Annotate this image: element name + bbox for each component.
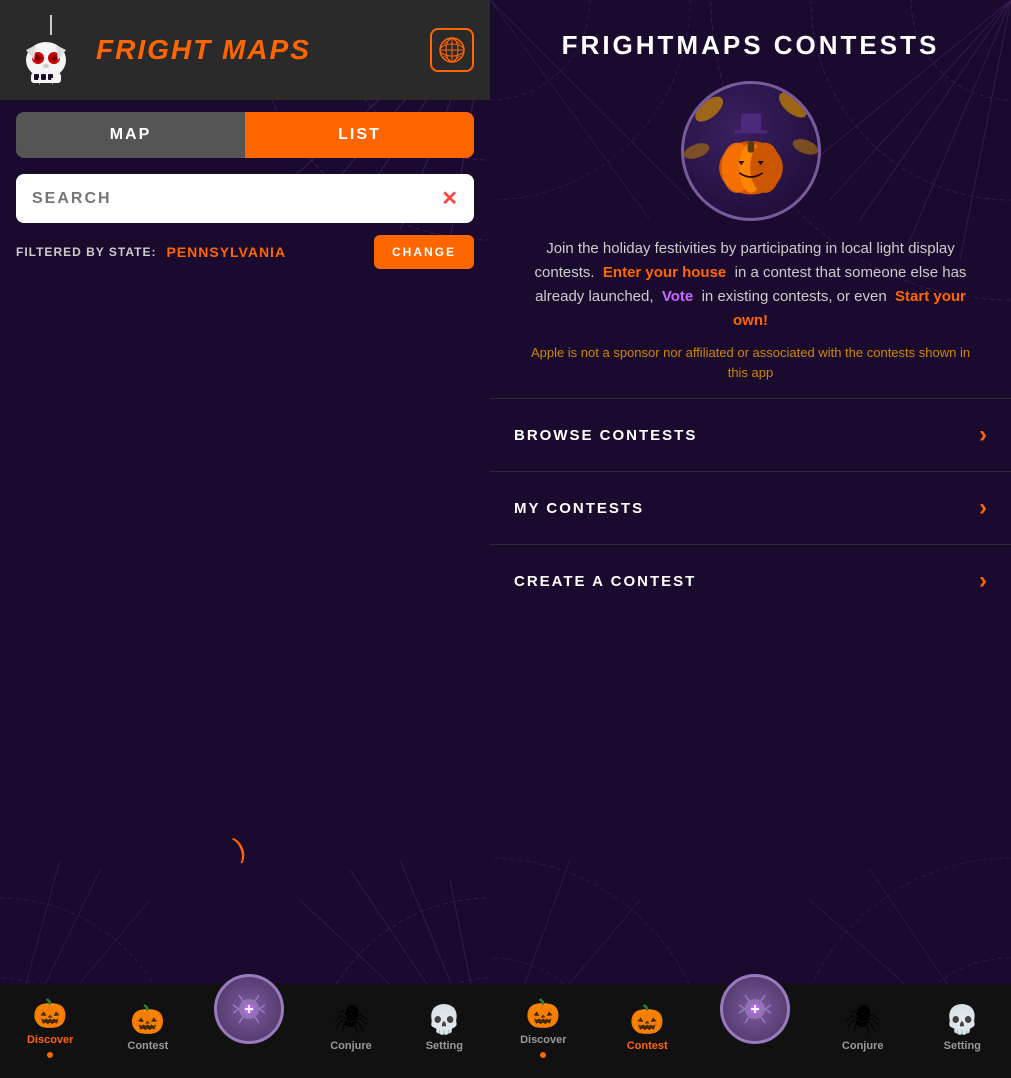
left-panel: FRIGHT MAPS MAP LIST ✕ FILTERED BY STATE… (0, 0, 490, 1078)
nav-item-conjure[interactable]: 🕷 Conjure (322, 1003, 380, 1052)
right-conjure-icon: 🕷 (845, 1003, 881, 1036)
logo-spider (16, 15, 86, 85)
center-spider-icon (231, 991, 267, 1027)
right-center-spider-icon (737, 991, 773, 1027)
contest-icon: 🎃 (130, 1003, 165, 1036)
spider-thread (50, 15, 52, 35)
filter-label: FILTERED BY STATE: (16, 245, 156, 259)
right-conjure-label: Conjure (842, 1040, 884, 1052)
right-nav-item-conjure[interactable]: 🕷 Conjure (834, 1003, 892, 1052)
list-tab[interactable]: LIST (245, 112, 474, 158)
right-bottom-nav: 🎃 Discover 🎃 Contest (490, 984, 1011, 1078)
nav-item-discover[interactable]: 🎃 Discover (19, 997, 81, 1058)
create-contest-label: CREATE A CONTEST (514, 573, 979, 590)
vote-link[interactable]: Vote (662, 288, 693, 305)
browse-contests-label: BROWSE CONTESTS (514, 427, 979, 444)
filter-state: PENNSYLVANIA (166, 244, 286, 260)
web-icon (438, 36, 466, 64)
right-header: FRIGHTMAPS CONTESTS (490, 0, 1011, 71)
right-setting-label: Setting (944, 1040, 981, 1052)
app-title: FRIGHT MAPS (96, 34, 311, 66)
search-bar: ✕ (16, 174, 474, 223)
left-header: FRIGHT MAPS (0, 0, 490, 100)
right-nav-item-discover[interactable]: 🎃 Discover (512, 997, 574, 1058)
pumpkin-decoration (684, 81, 818, 221)
right-panel: FRIGHTMAPS CONTESTS (490, 0, 1011, 1078)
description-area: Join the holiday festivities by particip… (490, 237, 1011, 398)
contests-title: FRIGHTMAPS CONTESTS (510, 30, 991, 61)
my-contests-row[interactable]: MY CONTESTS › (490, 471, 1011, 544)
map-tab[interactable]: MAP (16, 112, 245, 158)
right-nav-item-contest[interactable]: 🎃 Contest (619, 1003, 676, 1052)
disclaimer-text: Apple is not a sponsor nor affiliated or… (520, 343, 981, 382)
setting-label: Setting (426, 1040, 463, 1052)
right-nav-center-button[interactable] (720, 974, 790, 1044)
search-input[interactable] (32, 190, 441, 208)
pumpkin-image (490, 81, 1011, 221)
nav-item-setting[interactable]: 💀 Setting (418, 1003, 471, 1052)
description-text: Join the holiday festivities by particip… (520, 237, 981, 333)
conjure-label: Conjure (330, 1040, 372, 1052)
my-contests-chevron-icon: › (979, 494, 987, 522)
map-area: ) (0, 277, 490, 984)
right-setting-icon: 💀 (945, 1003, 980, 1036)
right-contest-icon: 🎃 (630, 1003, 665, 1036)
create-contest-chevron-icon: › (979, 567, 987, 595)
web-icon-button[interactable] (430, 28, 474, 72)
contest-label: Contest (127, 1040, 168, 1052)
pumpkin-circle (681, 81, 821, 221)
create-contest-row[interactable]: CREATE A CONTEST › (490, 544, 1011, 617)
start-own-link[interactable]: Start your own! (733, 288, 966, 329)
left-bottom-nav: 🎃 Discover 🎃 Contest (0, 984, 490, 1078)
skull-icon (16, 35, 76, 95)
search-clear-icon[interactable]: ✕ (441, 186, 458, 211)
nav-center-button[interactable] (214, 974, 284, 1044)
enter-house-link[interactable]: Enter your house (603, 264, 726, 281)
right-contest-label: Contest (627, 1040, 668, 1052)
nav-item-contest[interactable]: 🎃 Contest (119, 1003, 176, 1052)
setting-icon: 💀 (427, 1003, 462, 1036)
right-discover-icon: 🎃 (526, 997, 561, 1030)
discover-label: Discover (27, 1034, 73, 1046)
discover-icon: 🎃 (33, 997, 68, 1030)
right-discover-label: Discover (520, 1034, 566, 1046)
conjure-icon: 🕷 (333, 1003, 369, 1036)
discover-dot (47, 1052, 53, 1058)
my-contests-label: MY CONTESTS (514, 500, 979, 517)
browse-contests-row[interactable]: BROWSE CONTESTS › (490, 398, 1011, 471)
right-nav-item-setting[interactable]: 💀 Setting (936, 1003, 989, 1052)
change-button[interactable]: CHANGE (374, 235, 474, 269)
map-list-toggle: MAP LIST (16, 112, 474, 158)
contest-list: BROWSE CONTESTS › MY CONTESTS › CREATE A… (490, 398, 1011, 984)
map-squiggle: ) (230, 831, 250, 864)
filter-row: FILTERED BY STATE: PENNSYLVANIA CHANGE (16, 235, 474, 269)
right-discover-dot (540, 1052, 546, 1058)
browse-chevron-icon: › (979, 421, 987, 449)
